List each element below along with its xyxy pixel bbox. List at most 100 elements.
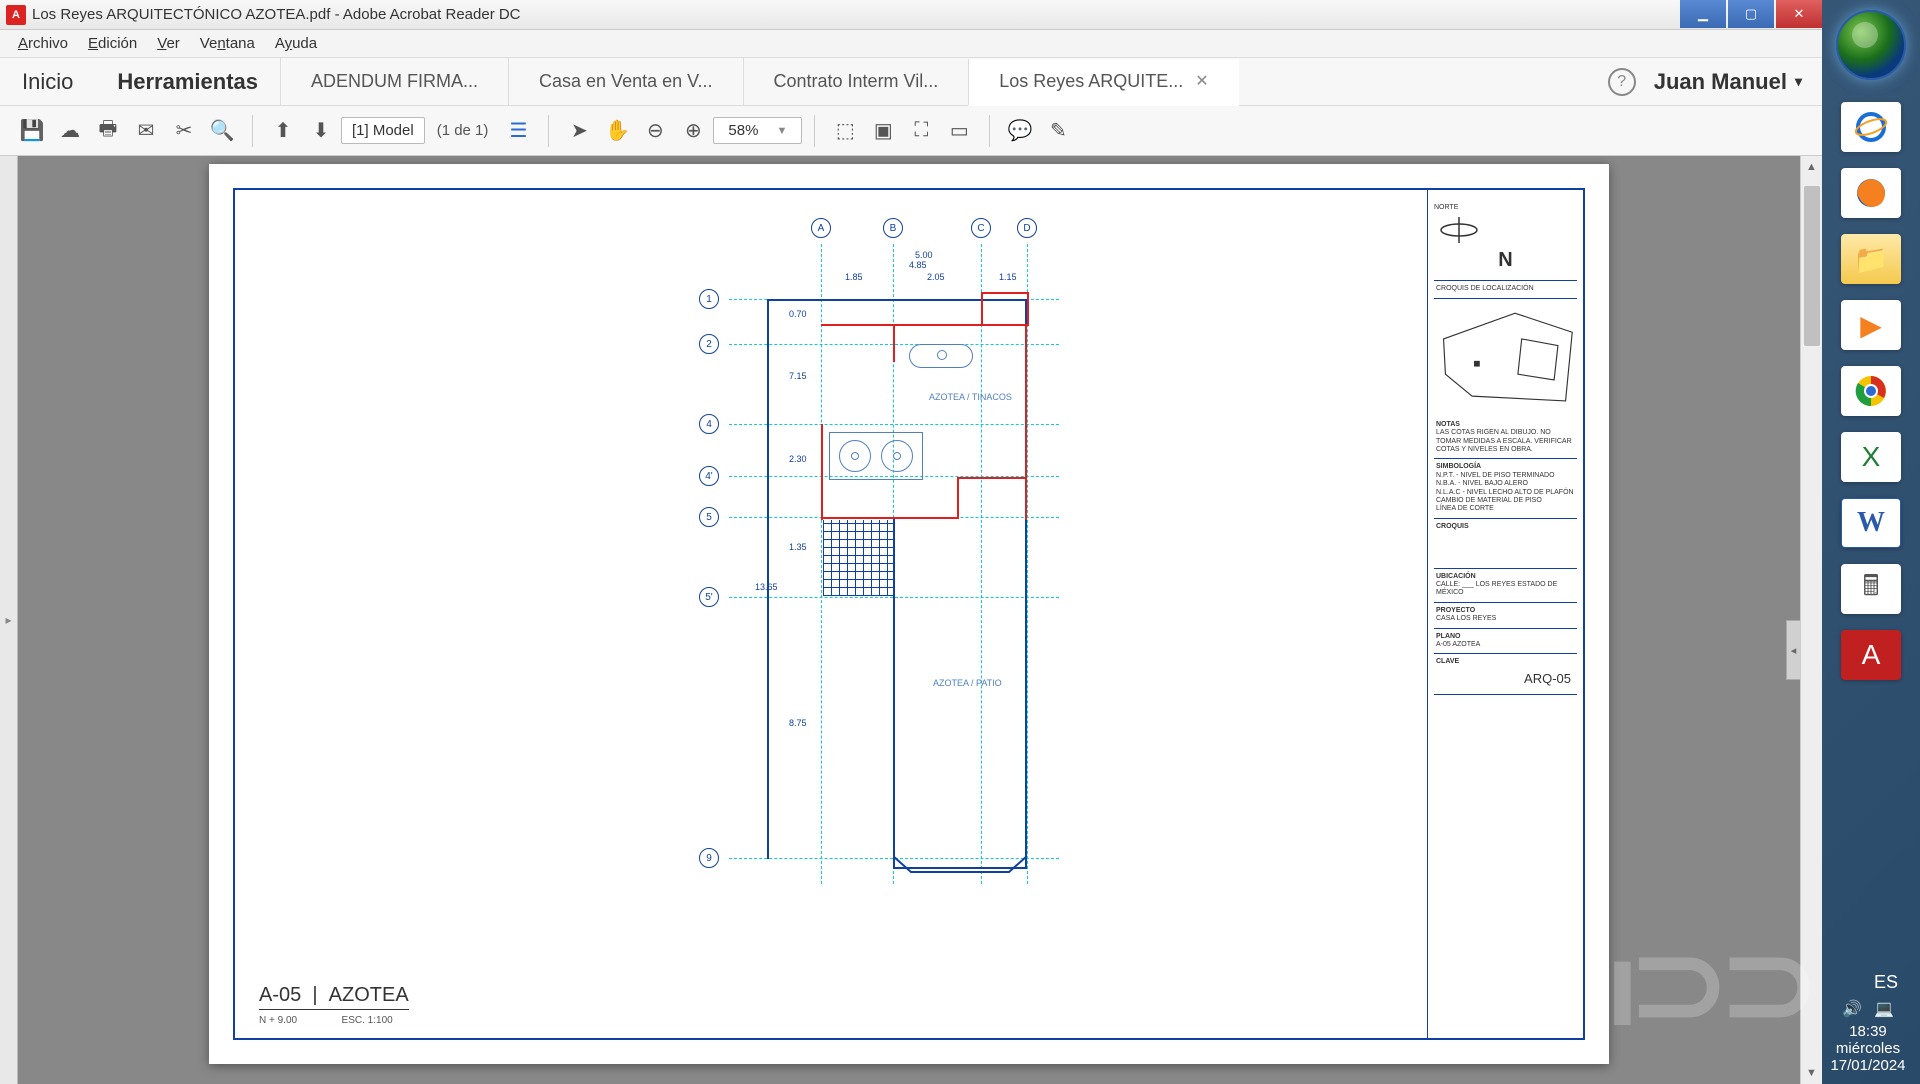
excel-icon[interactable]: X [1841,432,1901,482]
tab-close-icon[interactable]: ✕ [1195,71,1208,91]
clock-time[interactable]: 18:39 [1824,1023,1912,1040]
zoom-in-icon[interactable]: ⊕ [675,113,711,149]
dim: 5.00 [915,250,933,260]
dim: 1.35 [789,542,807,552]
herramientas-button[interactable]: Herramientas [95,58,280,105]
menu-ventana[interactable]: Ventana [190,31,265,56]
dim: 4.85 [909,260,927,270]
cloud-icon[interactable]: ☁ [52,113,88,149]
language-indicator[interactable]: ES [1824,972,1912,993]
select-icon[interactable]: ➤ [561,113,597,149]
menu-archivo[interactable]: Archivo [8,31,78,56]
scroll-down-icon[interactable]: ▼ [1801,1062,1822,1084]
acrobat-icon[interactable]: A [1841,630,1901,680]
dim: 7.15 [789,371,807,381]
inicio-button[interactable]: Inicio [0,58,95,105]
pdf-page: A B C D 1 2 4 4' 5 5' 9 [209,164,1609,1064]
grid-col-D: D [1017,218,1037,238]
mail-icon[interactable]: ✉ [128,113,164,149]
page-count: (1 de 1) [437,122,489,139]
ie-icon[interactable] [1841,102,1901,152]
dim: 2.30 [789,454,807,464]
hand-icon[interactable]: ✋ [599,113,635,149]
chrome-icon[interactable] [1841,366,1901,416]
hatch-area [823,520,893,596]
grid-row-5: 5 [699,507,719,527]
fullscreen-icon[interactable]: ⛶ [903,113,939,149]
windows-taskbar: 📁 ▶ X W 🖩 A [1822,0,1920,1084]
label-azotea-patio: AZOTEA / PATIO [933,678,1002,688]
zoom-out-icon[interactable]: ⊖ [637,113,673,149]
network-icon[interactable]: 💻 [1874,999,1894,1019]
doc-tab-1[interactable]: Casa en Venta en V... [508,58,742,105]
save-icon[interactable]: 💾 [14,113,50,149]
print-icon[interactable]: 🖶 [90,113,126,149]
thumbnails-icon[interactable]: ☰ [500,113,536,149]
explorer-icon[interactable]: 📁 [1841,234,1901,284]
menubar: Archivo Edición Ver Ventana Ayuda [0,30,1822,58]
grid-row-4: 4 [699,414,719,434]
cut-icon[interactable]: ✂ [166,113,202,149]
scroll-thumb[interactable] [1804,186,1820,346]
grid-row-2: 2 [699,334,719,354]
user-menu[interactable]: Juan Manuel [1654,69,1822,95]
dim: 8.75 [789,718,807,728]
zoom-select[interactable]: 58%▼ [713,117,802,144]
comment-icon[interactable]: 💬 [1002,113,1038,149]
firefox-icon[interactable] [1841,168,1901,218]
menu-ayuda[interactable]: Ayuda [265,31,327,56]
doc-tab-3[interactable]: Los Reyes ARQUITE...✕ [968,59,1238,106]
window-title: Los Reyes ARQUITECTÓNICO AZOTEA.pdf - Ad… [32,6,1680,23]
document-viewport[interactable]: A B C D 1 2 4 4' 5 5' 9 [18,156,1800,1084]
close-button[interactable]: ✕ [1776,0,1822,28]
media-player-icon[interactable]: ▶ [1841,300,1901,350]
grid-col-B: B [883,218,903,238]
clock-date: 17/01/2024 [1824,1057,1912,1074]
dim: 0.70 [789,309,807,319]
minimize-button[interactable]: ▁ [1680,0,1726,28]
left-panel-toggle[interactable]: ▸ [0,156,18,1084]
page-indicator[interactable]: [1] Model [341,117,425,144]
start-button[interactable] [1836,10,1906,80]
title-block: NORTE N CROQUIS DE LOCALIZACIÓN NOTASLAS… [1427,190,1583,1038]
content-area: ▸ A B C D 1 2 4 4' 5 5' 9 [0,156,1822,1084]
dim: 1.15 [999,272,1017,282]
read-icon[interactable]: ▭ [941,113,977,149]
acrobat-window: A Los Reyes ARQUITECTÓNICO AZOTEA.pdf - … [0,0,1822,1084]
dim: 1.85 [845,272,863,282]
grid-row-1: 1 [699,289,719,309]
fit-page-icon[interactable]: ▣ [865,113,901,149]
north-label: NORTE [1434,204,1577,212]
grid-row-9: 9 [699,848,719,868]
menu-edicion[interactable]: Edición [78,31,147,56]
location-map [1434,303,1577,413]
sign-icon[interactable]: ✎ [1040,113,1076,149]
help-icon[interactable]: ? [1608,68,1636,96]
page-down-icon[interactable]: ⬇ [303,113,339,149]
search-icon[interactable]: 🔍 [204,113,240,149]
sheet-title: A-05 | AZOTEA N + 9.00 ESC. 1:100 [259,984,409,1028]
maximize-button[interactable]: ▢ [1728,0,1774,28]
menu-ver[interactable]: Ver [147,31,190,56]
calculator-icon[interactable]: 🖩 [1841,564,1901,614]
fit-width-icon[interactable]: ⬚ [827,113,863,149]
doc-tab-2[interactable]: Contrato Interm Vil... [743,58,969,105]
clock-day: miércoles [1824,1040,1912,1057]
dim: 2.05 [927,272,945,282]
sheet-code: ARQ-05 [1436,667,1575,691]
toolbar: 💾 ☁ 🖶 ✉ ✂ 🔍 ⬆ ⬇ [1] Model (1 de 1) ☰ ➤ ✋… [0,106,1822,156]
vertical-scrollbar[interactable]: ▲ ▼ [1800,156,1822,1084]
right-panel-toggle[interactable]: ◂ [1786,620,1800,680]
tabbar: Inicio Herramientas ADENDUM FIRMA... Cas… [0,58,1822,106]
word-icon[interactable]: W [1841,498,1901,548]
titlebar: A Los Reyes ARQUITECTÓNICO AZOTEA.pdf - … [0,0,1822,30]
grid-col-C: C [971,218,991,238]
north-arrow-icon [1434,212,1484,248]
grid-col-A: A [811,218,831,238]
label-azotea-tinacos: AZOTEA / TINACOS [929,392,1012,402]
page-up-icon[interactable]: ⬆ [265,113,301,149]
scroll-up-icon[interactable]: ▲ [1801,156,1822,178]
doc-tab-0[interactable]: ADENDUM FIRMA... [280,58,508,105]
app-icon: A [6,5,26,25]
volume-icon[interactable]: 🔊 [1842,999,1862,1019]
